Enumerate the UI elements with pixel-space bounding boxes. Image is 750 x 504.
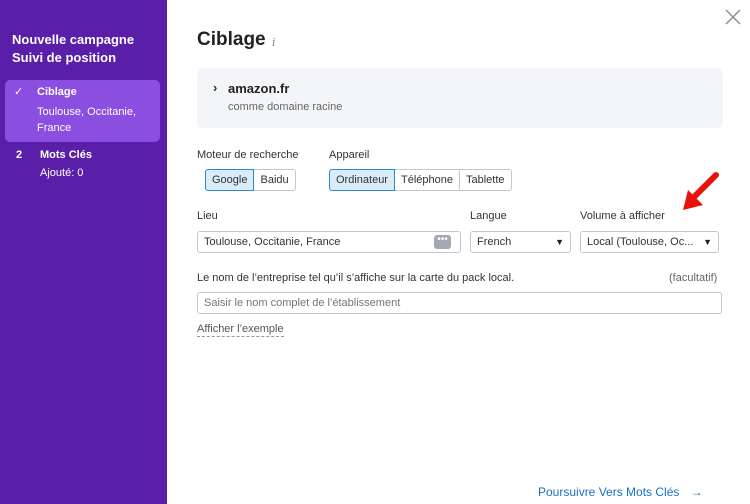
continue-button[interactable]: Poursuivre Vers Mots Clés → bbox=[538, 485, 703, 499]
check-icon: ✓ bbox=[14, 86, 24, 98]
option-phone[interactable]: Téléphone bbox=[393, 169, 460, 191]
step-subtitle: Toulouse, Occitanie, France bbox=[37, 106, 137, 134]
close-icon[interactable] bbox=[724, 8, 742, 26]
location-value: Toulouse, Occitanie, France bbox=[204, 236, 341, 248]
volume-value: Local (Toulouse, Oc... bbox=[587, 236, 694, 248]
sidebar: Nouvelle campagne Suivi de position ✓ Ci… bbox=[0, 0, 167, 504]
business-name-label: Le nom de l’entreprise tel qu’il s’affic… bbox=[197, 272, 515, 284]
business-name-input[interactable] bbox=[197, 292, 722, 314]
arrow-right-icon: → bbox=[690, 485, 703, 499]
step-number: 2 bbox=[16, 149, 23, 161]
device-label: Appareil bbox=[329, 149, 370, 161]
search-engine-label: Moteur de recherche bbox=[197, 149, 299, 161]
chevron-down-icon: ▼ bbox=[555, 237, 564, 247]
domain-scope: comme domaine racine bbox=[228, 101, 343, 113]
step-ciblage[interactable]: ✓ Ciblage Toulouse, Occitanie, France bbox=[5, 80, 160, 142]
annotation-arrow-icon bbox=[683, 172, 719, 210]
option-google[interactable]: Google bbox=[205, 169, 255, 191]
show-example-link[interactable]: Afficher l’exemple bbox=[197, 323, 284, 337]
step-subtitle: Ajouté: 0 bbox=[40, 167, 84, 179]
option-tablet[interactable]: Tablette bbox=[458, 169, 512, 191]
campaign-title: Nouvelle campagne Suivi de position bbox=[12, 32, 135, 65]
volume-select[interactable]: Local (Toulouse, Oc... ▼ bbox=[580, 231, 719, 253]
step-mots-cles[interactable]: 2 Mots Clés Ajouté: 0 bbox=[5, 148, 160, 184]
language-select[interactable]: French ▼ bbox=[470, 231, 571, 253]
domain-card[interactable]: › amazon.fr comme domaine racine bbox=[197, 68, 723, 128]
step-label: Mots Clés bbox=[40, 149, 92, 161]
chevron-down-icon: ▼ bbox=[703, 237, 712, 247]
more-icon[interactable]: ••• bbox=[434, 235, 451, 249]
device-toggle: Ordinateur Téléphone Tablette bbox=[329, 169, 512, 191]
optional-hint: (facultatif) bbox=[669, 272, 718, 284]
continue-label: Poursuivre Vers Mots Clés bbox=[538, 485, 680, 499]
location-label: Lieu bbox=[197, 210, 218, 222]
domain-name: amazon.fr bbox=[228, 81, 290, 96]
option-desktop[interactable]: Ordinateur bbox=[329, 169, 395, 191]
language-label: Langue bbox=[470, 210, 507, 222]
volume-label: Volume à afficher bbox=[580, 210, 665, 222]
info-icon[interactable]: i bbox=[272, 36, 276, 49]
language-value: French bbox=[477, 236, 512, 248]
step-label: Ciblage bbox=[37, 86, 77, 98]
page-title: Ciblage bbox=[197, 29, 266, 50]
search-engine-toggle: Google Baidu bbox=[205, 169, 296, 191]
chevron-right-icon[interactable]: › bbox=[213, 80, 217, 95]
option-baidu[interactable]: Baidu bbox=[253, 169, 296, 191]
location-input[interactable]: Toulouse, Occitanie, France ••• bbox=[197, 231, 461, 253]
